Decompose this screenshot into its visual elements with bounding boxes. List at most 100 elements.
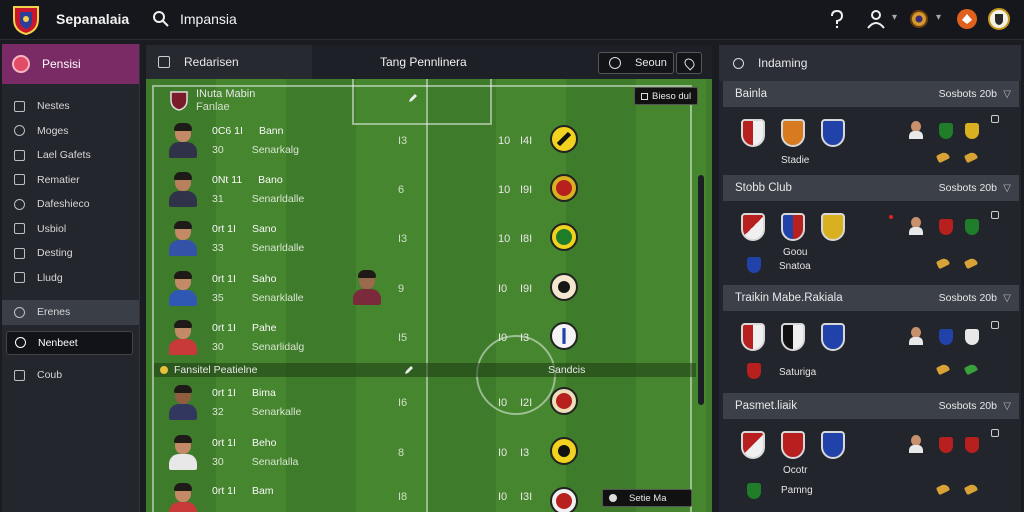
crest-icon (170, 91, 188, 111)
sidebar-item-usbiol[interactable]: Usbiol (2, 217, 139, 242)
chevron-down-icon[interactable]: ▽ (1003, 401, 1011, 412)
location-button[interactable] (676, 52, 702, 74)
scrollbar[interactable] (698, 175, 704, 405)
player-stat: 10 (498, 135, 511, 147)
settings-icon[interactable] (991, 321, 999, 329)
player-avatar (168, 271, 198, 306)
doc-icon (14, 272, 25, 284)
settings-icon[interactable] (991, 429, 999, 437)
club-header[interactable]: Pasmet.liaik Sosbots 20b ▽ (723, 393, 1019, 419)
player-row[interactable]: 0Nt 11 Bano 31 Senarldalle 6 10 I9I (154, 166, 696, 214)
player-team: Senarklalle (251, 292, 304, 304)
profile-icon[interactable] (866, 8, 888, 30)
player-stat: I2I (520, 397, 533, 409)
sidebar-item-label: Nenbeet (38, 336, 78, 349)
player-row[interactable]: 0C6 1I Bann 30 Senarkalg I3 10 I4I (154, 117, 696, 165)
club-name: Bainla (735, 88, 767, 100)
search-query[interactable]: Impansia (180, 11, 237, 27)
sidebar-item-erenes[interactable]: Erenes (2, 300, 139, 325)
settings-icon[interactable] (991, 115, 999, 123)
player-code: 0rt 1I (212, 322, 236, 334)
player-avatar (168, 483, 198, 512)
chevron-down-icon[interactable]: ▾ (892, 12, 897, 23)
player-name: Bano (258, 174, 283, 186)
sidebar-item-moges[interactable]: Moges (2, 119, 139, 144)
chevron-down-icon[interactable]: ▽ (1003, 89, 1011, 100)
player-face-icon (909, 217, 923, 235)
badge-icon (939, 329, 953, 345)
tab-title[interactable]: Tang Pennlinera (380, 55, 467, 69)
club-header[interactable]: Stobb Club Sosbots 20b ▽ (723, 175, 1019, 201)
player-stat: I0 (498, 332, 508, 344)
sidebar-item-label: Lludg (37, 271, 63, 284)
player-team: Senarlalla (251, 456, 299, 468)
sidebar-item-desting[interactable]: Desting (2, 241, 139, 266)
sidebar-item-dafeshieco[interactable]: Dafeshieco (2, 192, 139, 217)
tab-redarisen[interactable]: Redarisen (146, 45, 312, 79)
sidebar-item-nenbeet[interactable]: Nenbeet (6, 330, 133, 355)
player-row[interactable]: 0rt 1I Sano 33 Senarldalle I3 10 I8I (154, 215, 696, 263)
club-name: Traikin Mabe.Rakiala (735, 292, 843, 304)
section-header: INuta Mabin Fanlae (154, 83, 696, 119)
club-badge-icon[interactable] (550, 487, 578, 512)
club-card[interactable]: Stobb Club Sosbots 20b ▽ Goou Snatoa (723, 175, 1019, 285)
club-shield-icon (741, 213, 765, 241)
club-icon[interactable] (988, 8, 1010, 30)
chevron-down-icon[interactable]: ▾ (936, 12, 941, 23)
club-card[interactable]: Bainla Sosbots 20b ▽ Stadie (723, 81, 1019, 185)
player-avatar (168, 221, 198, 256)
boot-icon (935, 256, 951, 270)
club-badge-icon[interactable] (550, 437, 578, 465)
sidebar-header[interactable]: Pensisi (2, 44, 139, 84)
club-body: Ocotr Pamng (723, 419, 1019, 509)
player-row[interactable]: 0rt 1I Beho 30 Senarlalla 8 I0 I3 (154, 429, 696, 477)
club-stat: Sosbots 20b (938, 88, 997, 100)
club-card[interactable]: Traikin Mabe.Rakiala Sosbots 20b ▽ Satur… (723, 285, 1019, 395)
player-stat: I6 (398, 397, 408, 409)
club-badge-icon[interactable] (550, 387, 578, 415)
club-badge-icon[interactable] (550, 125, 578, 153)
help-icon[interactable] (826, 8, 848, 30)
search-icon[interactable] (733, 57, 744, 69)
club-header[interactable]: Traikin Mabe.Rakiala Sosbots 20b ▽ (723, 285, 1019, 311)
player-name: Saho (251, 273, 277, 285)
player-row[interactable]: 0rt 1I Saho 35 Senarklalle 9 I0 I9I (154, 265, 696, 313)
player-row[interactable]: 0rt 1I Pahe 30 Senarlidalg I5 I0 I3 (154, 314, 696, 362)
club-header[interactable]: Bainla Sosbots 20b ▽ (723, 81, 1019, 107)
club-badge-icon[interactable] (550, 223, 578, 251)
club-stat: Sosbots 20b (938, 292, 997, 304)
badge-icon (939, 437, 953, 453)
player-code: 0rt 1I (212, 387, 236, 399)
sidebar-item-coub[interactable]: Coub (2, 363, 139, 388)
search-icon (14, 125, 25, 137)
player-stat: I3 (398, 135, 408, 147)
player-code: 0rt 1I (212, 273, 236, 285)
sidebar-item-rematier[interactable]: Rematier (2, 168, 139, 193)
filter-button[interactable]: Bieso dul (634, 87, 699, 105)
search-icon[interactable] (152, 10, 170, 28)
player-number: 32 (212, 406, 224, 418)
settings-icon[interactable] (991, 211, 999, 219)
chevron-down-icon[interactable]: ▽ (1003, 293, 1011, 304)
player-row[interactable]: 0rt 1I Bima 32 Senarkalle I6 I0 I2I (154, 379, 696, 427)
coin-icon[interactable] (908, 8, 930, 30)
coin-icon (160, 366, 168, 374)
player-team: Senarkalg (251, 144, 299, 156)
club-badge-icon[interactable] (550, 174, 578, 202)
club-badge-icon[interactable] (550, 273, 578, 301)
more-button[interactable]: Setie Ma (602, 489, 692, 507)
edit-icon[interactable] (404, 365, 414, 375)
crest-logo[interactable] (12, 5, 40, 35)
sidebar-item-lludg[interactable]: Lludg (2, 266, 139, 291)
sidebar-item-lael-gafets[interactable]: Lael Gafets (2, 143, 139, 168)
chevron-down-icon[interactable]: ▽ (1003, 183, 1011, 194)
club-badge-icon[interactable] (550, 322, 578, 350)
sidebar-item-label: Erenes (37, 306, 71, 319)
search-input[interactable]: Seoun (598, 52, 674, 74)
club-card[interactable]: Pasmet.liaik Sosbots 20b ▽ Ocotr Pamng (723, 393, 1019, 509)
edit-icon[interactable] (408, 93, 418, 103)
sidebar-item-nestes[interactable]: Nestes (2, 94, 139, 119)
alert-icon[interactable] (956, 8, 978, 30)
player-stat: I4I (520, 135, 533, 147)
sidebar-item-label: Coub (37, 369, 63, 382)
